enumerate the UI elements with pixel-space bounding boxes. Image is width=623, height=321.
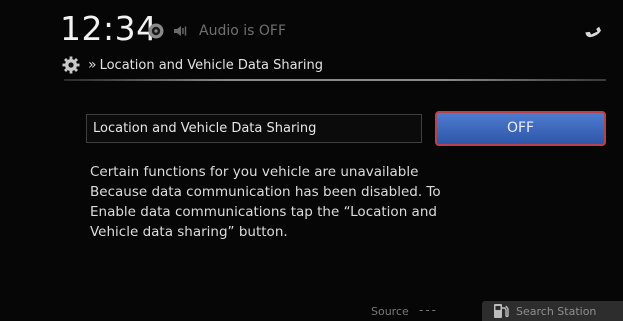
clock: 12:34 bbox=[60, 9, 158, 48]
search-station-button[interactable]: Search Station bbox=[482, 301, 623, 321]
breadcrumb: » Location and Vehicle Data Sharing bbox=[62, 54, 323, 76]
breadcrumb-separator: » bbox=[88, 57, 96, 73]
gear-icon[interactable] bbox=[62, 56, 80, 74]
source-label: Source bbox=[371, 305, 409, 318]
header-divider bbox=[64, 79, 606, 81]
status-bar: 12:34 Audio is OFF bbox=[0, 0, 623, 45]
clock-settings-icon bbox=[148, 23, 164, 39]
description-line: Enable data communications tap the “Loca… bbox=[90, 204, 437, 220]
search-station-label: Search Station bbox=[516, 304, 597, 318]
source-value: --- bbox=[419, 303, 438, 317]
infotainment-screen: 12:34 Audio is OFF » Location and Vehicl… bbox=[0, 0, 623, 321]
setting-label: Location and Vehicle Data Sharing bbox=[86, 114, 422, 143]
audio-status-text: Audio is OFF bbox=[199, 23, 287, 39]
fuel-pump-icon bbox=[494, 304, 509, 318]
description-line: Certain functions for you vehicle are un… bbox=[90, 164, 419, 180]
setting-description: Certain functions for you vehicle are un… bbox=[90, 162, 520, 242]
audio-muted-icon bbox=[174, 26, 187, 36]
page-title: Location and Vehicle Data Sharing bbox=[99, 57, 323, 73]
audio-status: Audio is OFF bbox=[147, 21, 286, 41]
description-line: Because data communication has been disa… bbox=[90, 184, 441, 200]
data-sharing-toggle-button[interactable]: OFF bbox=[435, 111, 606, 146]
description-line: Vehicle data sharing” button. bbox=[90, 224, 288, 240]
phone-icon bbox=[585, 26, 601, 38]
